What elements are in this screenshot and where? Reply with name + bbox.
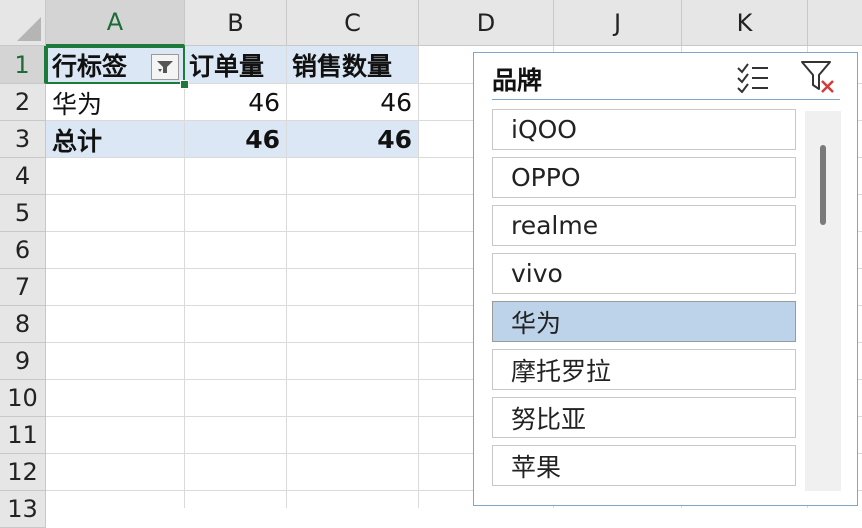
slicer-item-iqoo[interactable]: iQOO	[492, 109, 796, 150]
pivot-row-quantity[interactable]: 46	[286, 84, 418, 121]
row-header-2[interactable]: 2	[0, 84, 46, 121]
column-header-next[interactable]	[808, 0, 862, 46]
slicer-item-apple[interactable]: 苹果	[492, 445, 796, 486]
row-header-1[interactable]: 1	[0, 46, 46, 84]
column-header-d[interactable]: D	[419, 0, 554, 46]
row-header-4[interactable]: 4	[0, 158, 46, 195]
row-header-9[interactable]: 9	[0, 343, 46, 380]
slicer-item-huawei[interactable]: 华为	[492, 301, 796, 342]
active-cell-border	[46, 46, 185, 84]
row-header-6[interactable]: 6	[0, 232, 46, 269]
pivot-total-orders[interactable]: 46	[184, 121, 286, 158]
pivot-orders-header[interactable]: 订单量	[187, 46, 287, 84]
slicer-item-realme[interactable]: realme	[492, 205, 796, 246]
clear-filter-icon[interactable]	[800, 59, 836, 95]
column-header-b[interactable]: B	[185, 0, 287, 46]
row-header-10[interactable]: 10	[0, 380, 46, 417]
column-header-j[interactable]: J	[554, 0, 682, 46]
row-header-8[interactable]: 8	[0, 306, 46, 343]
pivot-quantity-header[interactable]: 销售数量	[290, 46, 418, 84]
column-header-k[interactable]: K	[682, 0, 808, 46]
slicer-item-nubia[interactable]: 努比亚	[492, 397, 796, 438]
slicer-divider	[492, 99, 840, 100]
select-all-corner[interactable]	[0, 0, 46, 46]
slicer-item-oppo[interactable]: OPPO	[492, 157, 796, 198]
slicer-scroll-thumb[interactable]	[820, 145, 826, 225]
pivot-row-orders[interactable]: 46	[184, 84, 286, 121]
slicer-item-vivo[interactable]: vivo	[492, 253, 796, 294]
column-header-a[interactable]: A	[46, 0, 185, 46]
pivot-total-label[interactable]: 总计	[46, 121, 184, 158]
pivot-row-label[interactable]: 华为	[46, 84, 184, 121]
pivot-total-quantity[interactable]: 46	[286, 121, 418, 158]
slicer-title: 品牌	[492, 66, 543, 95]
row-header-11[interactable]: 11	[0, 417, 46, 454]
column-header-c[interactable]: C	[287, 0, 419, 46]
row-header-12[interactable]: 12	[0, 454, 46, 491]
spreadsheet: A B C D J K 1 2 3 4 5 6 7 8 9 10 11 12 1…	[0, 0, 862, 528]
row-header-3[interactable]: 3	[0, 121, 46, 158]
multi-select-icon[interactable]	[736, 61, 770, 93]
brand-slicer[interactable]: 品牌 iQOO OPPO realme vivo 华为 摩托罗拉 努比亚 苹果	[473, 52, 858, 506]
row-header-5[interactable]: 5	[0, 195, 46, 232]
row-header-7[interactable]: 7	[0, 269, 46, 306]
slicer-item-motorola[interactable]: 摩托罗拉	[492, 349, 796, 390]
row-header-13[interactable]: 13	[0, 491, 46, 528]
fill-handle[interactable]	[180, 80, 189, 89]
